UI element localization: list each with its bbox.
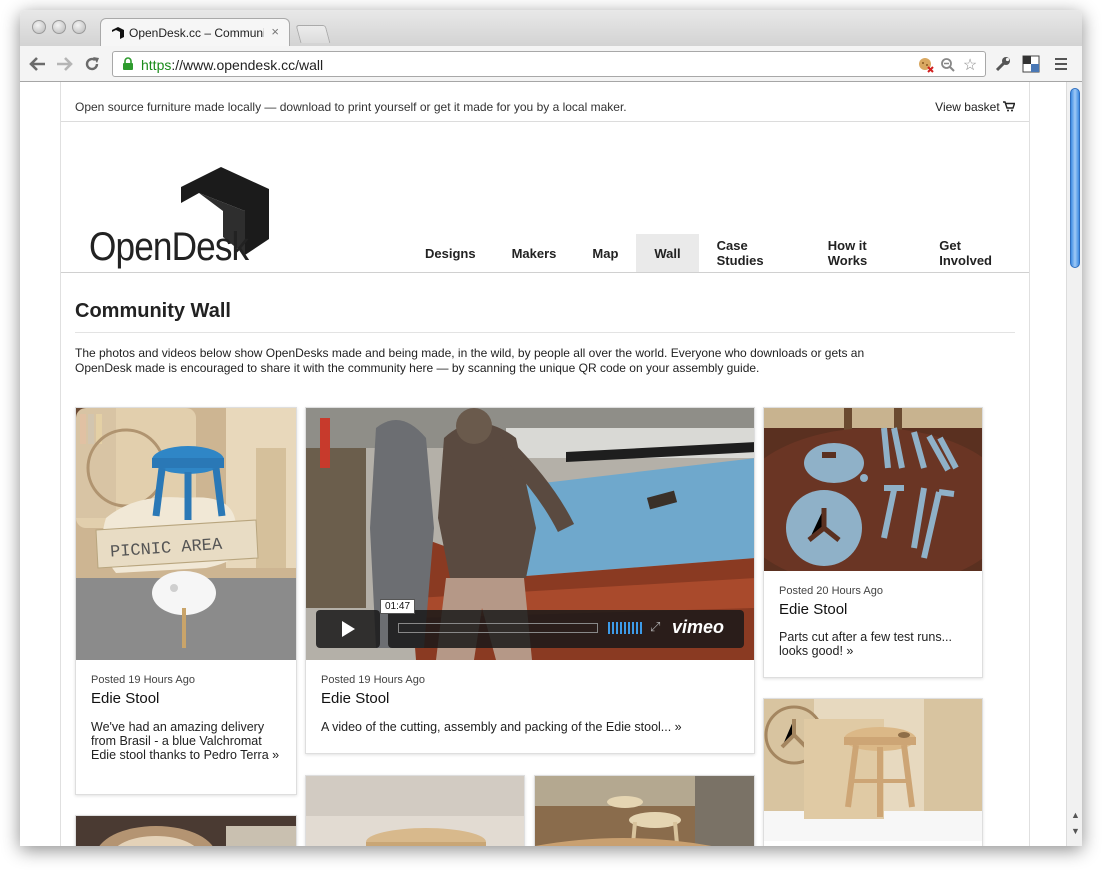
reload-icon[interactable] (80, 52, 104, 76)
nav-map[interactable]: Map (574, 234, 636, 272)
wall-post-card[interactable] (763, 698, 983, 846)
nav-get-involved[interactable]: Get Involved (921, 234, 1029, 272)
main-navigation: Designs Makers Map Wall Case Studies How… (407, 234, 1029, 272)
tab-title: OpenDesk.cc – Community (129, 26, 264, 40)
wall-video-card[interactable]: ⤢ vimeo 01:47 Posted 19 Hours Ago Edie S… (305, 407, 755, 754)
scroll-up-icon[interactable]: ▲ (1071, 810, 1080, 820)
browser-tab[interactable]: OpenDesk.cc – Community × (100, 18, 290, 47)
site-topbar: Open source furniture made locally — dow… (61, 82, 1029, 122)
volume-icon[interactable] (608, 622, 642, 634)
nav-designs[interactable]: Designs (407, 234, 494, 272)
post-date: Posted 19 Hours Ago (321, 674, 425, 686)
opendesk-logo[interactable]: OpenDesk (89, 167, 279, 269)
forward-arrow-icon[interactable] (52, 52, 76, 76)
page-viewport: Open source furniture made locally — dow… (20, 82, 1066, 846)
opendesk-favicon-icon (112, 27, 124, 39)
wall-post-card[interactable]: Posted 20 Hours Ago Edie Stool Parts cut… (763, 407, 983, 678)
tab-close-icon[interactable]: × (271, 24, 279, 39)
nav-how-it-works[interactable]: How it Works (810, 234, 922, 272)
page-intro: The photos and videos below show OpenDes… (75, 346, 865, 375)
wall-post-card[interactable] (305, 775, 525, 846)
post-photo[interactable]: PICNIC AREA (76, 408, 296, 660)
browser-toolbar: https://www.opendesk.cc/wall ☆ (20, 46, 1082, 82)
page-container: Open source furniture made locally — dow… (60, 82, 1030, 846)
vertical-scrollbar[interactable]: ▲ ▼ (1066, 82, 1082, 846)
star-icon[interactable]: ☆ (961, 56, 979, 74)
post-date: Posted 19 Hours Ago (91, 674, 195, 686)
video-time: 01:47 (380, 599, 416, 614)
scrollbar-thumb[interactable] (1070, 88, 1080, 268)
zoom-window-button[interactable] (72, 20, 86, 34)
cookie-blocked-icon[interactable] (917, 56, 935, 74)
wall-post-card[interactable] (75, 815, 297, 846)
wall-post-card[interactable]: PICNIC AREA Posted 19 Hours Ago Edie Sto… (75, 407, 297, 795)
post-photo[interactable] (535, 776, 754, 846)
menu-icon[interactable] (1050, 53, 1072, 75)
post-body[interactable]: A video of the cutting, assembly and pac… (321, 720, 741, 734)
url-text: https://www.opendesk.cc/wall (141, 57, 324, 73)
play-icon (342, 621, 355, 637)
video-controls: ⤢ vimeo (388, 610, 744, 648)
nav-makers[interactable]: Makers (494, 234, 575, 272)
post-photo[interactable] (764, 699, 982, 841)
minimize-window-button[interactable] (52, 20, 66, 34)
view-basket-link[interactable]: View basket (935, 100, 1016, 114)
post-title[interactable]: Edie Stool (779, 601, 847, 618)
nav-wall[interactable]: Wall (636, 234, 699, 272)
video-play-button[interactable] (316, 610, 380, 648)
post-title[interactable]: Edie Stool (91, 690, 159, 707)
video-player[interactable]: ⤢ vimeo 01:47 (306, 408, 754, 660)
scroll-down-icon[interactable]: ▼ (1071, 826, 1080, 836)
post-body[interactable]: We've had an amazing delivery from Brasi… (91, 720, 281, 762)
fullscreen-icon[interactable]: ⤢ (650, 619, 660, 635)
post-photo[interactable] (76, 816, 296, 846)
back-arrow-icon[interactable] (26, 52, 50, 76)
wrench-icon[interactable] (992, 53, 1014, 75)
extension-icon[interactable] (1020, 53, 1042, 75)
nav-divider (61, 272, 1029, 273)
logo-wordmark: OpenDesk (89, 225, 249, 269)
post-photo[interactable] (306, 776, 524, 846)
title-divider (75, 332, 1015, 333)
post-photo[interactable] (764, 408, 982, 571)
post-body[interactable]: Parts cut after a few test runs... looks… (779, 630, 969, 658)
browser-window: OpenDesk.cc – Community × https://www.op… (20, 10, 1082, 846)
post-date: Posted 20 Hours Ago (779, 585, 883, 597)
page-title: Community Wall (75, 300, 231, 322)
address-bar[interactable]: https://www.opendesk.cc/wall ☆ (112, 51, 986, 77)
lock-icon (123, 57, 133, 70)
cart-icon (1003, 101, 1016, 112)
zoom-icon[interactable] (939, 56, 957, 74)
post-title[interactable]: Edie Stool (321, 690, 389, 707)
titlebar: OpenDesk.cc – Community × (20, 10, 1082, 47)
new-tab-button[interactable] (295, 25, 331, 43)
nav-case-studies[interactable]: Case Studies (699, 234, 810, 272)
site-tagline: Open source furniture made locally — dow… (75, 100, 627, 114)
close-window-button[interactable] (32, 20, 46, 34)
view-basket-label: View basket (935, 100, 1000, 114)
video-progress-bar[interactable] (398, 623, 598, 633)
wall-post-card[interactable] (534, 775, 755, 846)
vimeo-logo[interactable]: vimeo (672, 617, 724, 638)
